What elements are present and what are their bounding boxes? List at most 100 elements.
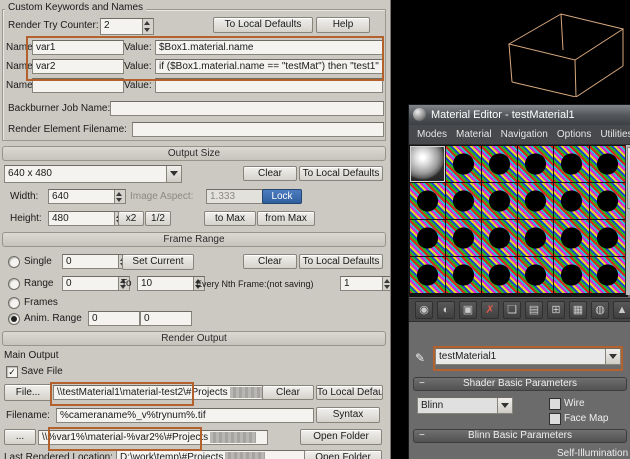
anim-to-field[interactable]: 0: [140, 311, 192, 326]
reset-material-icon[interactable]: ✗: [481, 301, 499, 319]
material-sample-slot[interactable]: [482, 183, 517, 219]
single-frame-spinner[interactable]: 0: [62, 254, 130, 269]
browse-button[interactable]: ...: [4, 429, 36, 445]
name-input-1[interactable]: var1: [32, 40, 124, 55]
backburner-input[interactable]: [110, 101, 384, 116]
material-sample-slot[interactable]: [446, 183, 481, 219]
menu-modes[interactable]: Modes: [417, 129, 447, 140]
material-sample-slot[interactable]: [446, 146, 481, 182]
output-file-clear-button[interactable]: Clear: [262, 385, 314, 400]
material-sample-slot[interactable]: [518, 257, 553, 293]
render-output-header[interactable]: Render Output: [2, 331, 386, 346]
shader-basic-parameters-rollout[interactable]: − Shader Basic Parameters: [413, 377, 627, 391]
frame-clear-button[interactable]: Clear: [243, 254, 297, 269]
var-path-field[interactable]: \\%var1%\material-%var2%\#Projects: [38, 430, 268, 445]
material-sample-slot[interactable]: [410, 146, 445, 182]
output-file-to-local-defaults-button[interactable]: To Local Defaults: [316, 385, 383, 400]
sample-slots-scrollbar[interactable]: [625, 145, 630, 295]
aspect-lock-button[interactable]: Lock: [262, 189, 302, 204]
material-sample-slot[interactable]: [518, 146, 553, 182]
custom-to-local-defaults-button[interactable]: To Local Defaults: [213, 17, 313, 33]
material-sample-slot[interactable]: [518, 183, 553, 219]
material-sample-slot[interactable]: [446, 257, 481, 293]
file-button[interactable]: File...: [4, 384, 52, 401]
save-file-checkbox[interactable]: ✓: [6, 366, 18, 378]
height-spinner[interactable]: 480: [48, 211, 126, 226]
file-path-field[interactable]: \\testMaterial1\material-test2\#Projects: [53, 385, 263, 400]
open-folder-button-2[interactable]: Open Folder: [304, 450, 382, 459]
name-input-2[interactable]: var2: [32, 59, 124, 74]
material-sample-slot[interactable]: [590, 220, 625, 256]
x2-button[interactable]: x2: [118, 211, 144, 226]
value-input-1[interactable]: $Box1.material.name: [155, 40, 383, 55]
frames-radio[interactable]: [8, 297, 20, 309]
make-unique-icon[interactable]: ❏: [503, 301, 521, 319]
chevron-down-icon[interactable]: [605, 349, 620, 364]
anim-from-field[interactable]: 0: [88, 311, 140, 326]
frame-to-local-defaults-button[interactable]: To Local Defaults: [299, 254, 383, 269]
chevron-down-icon[interactable]: [166, 166, 181, 182]
assign-material-icon[interactable]: ▣: [459, 301, 477, 319]
output-size-header[interactable]: Output Size: [2, 146, 386, 161]
name-input-3[interactable]: [32, 78, 124, 93]
go-to-parent-icon[interactable]: ▲: [613, 301, 630, 319]
material-sample-slot[interactable]: [554, 220, 589, 256]
spinner-arrows-icon[interactable]: [114, 190, 125, 203]
range-from-spinner[interactable]: 0: [62, 276, 130, 291]
value-input-2[interactable]: if ($Box1.material.name == "testMat") th…: [155, 59, 383, 74]
help-button[interactable]: Help: [316, 17, 370, 33]
render-element-input[interactable]: [132, 122, 384, 137]
set-current-button[interactable]: Set Current: [122, 254, 194, 270]
material-sample-slot[interactable]: [446, 220, 481, 256]
put-material-icon[interactable]: ◐: [437, 301, 455, 319]
spinner-arrows-icon[interactable]: [142, 19, 153, 34]
face-map-checkbox[interactable]: [549, 413, 561, 425]
blinn-basic-parameters-rollout[interactable]: − Blinn Basic Parameters: [413, 429, 627, 443]
single-radio[interactable]: [8, 256, 20, 268]
output-clear-button[interactable]: Clear: [243, 166, 297, 181]
show-map-icon[interactable]: ▦: [569, 301, 587, 319]
range-to-spinner[interactable]: 10: [137, 276, 205, 291]
put-to-library-icon[interactable]: ▤: [525, 301, 543, 319]
material-sample-slot[interactable]: [554, 257, 589, 293]
menu-material[interactable]: Material: [456, 129, 492, 140]
material-name-dropdown[interactable]: testMaterial1: [435, 348, 621, 365]
width-spinner[interactable]: 640: [48, 189, 126, 204]
material-sample-slot[interactable]: [410, 220, 445, 256]
material-sample-slot[interactable]: [590, 146, 625, 182]
material-sample-slot[interactable]: [518, 220, 553, 256]
material-id-icon[interactable]: ⊞: [547, 301, 565, 319]
range-radio[interactable]: [8, 278, 20, 290]
spinner-arrows-icon[interactable]: [382, 277, 390, 290]
menu-options[interactable]: Options: [557, 129, 591, 140]
menu-navigation[interactable]: Navigation: [501, 129, 548, 140]
menu-utilities[interactable]: Utilities: [600, 129, 630, 140]
shader-type-dropdown[interactable]: Blinn: [417, 397, 513, 414]
half-button[interactable]: 1/2: [145, 211, 171, 226]
eyedropper-icon[interactable]: ✎: [415, 351, 425, 365]
show-end-result-icon[interactable]: ◍: [591, 301, 609, 319]
material-sample-slot[interactable]: [410, 183, 445, 219]
syntax-button[interactable]: Syntax: [316, 407, 380, 423]
nth-frame-spinner[interactable]: 1: [340, 276, 390, 291]
material-sample-slot[interactable]: [554, 183, 589, 219]
material-sample-slot[interactable]: [410, 257, 445, 293]
material-sample-slot[interactable]: [554, 146, 589, 182]
output-preset-dropdown[interactable]: 640 x 480: [4, 165, 182, 183]
value-input-3[interactable]: [155, 78, 383, 93]
material-sample-slot[interactable]: [482, 257, 517, 293]
frame-range-header[interactable]: Frame Range: [2, 232, 386, 247]
wire-checkbox[interactable]: [549, 398, 561, 410]
output-to-local-defaults-button[interactable]: To Local Defaults: [299, 166, 383, 181]
open-folder-button[interactable]: Open Folder: [300, 429, 382, 445]
material-sample-slot[interactable]: [482, 220, 517, 256]
anim-range-radio[interactable]: [8, 313, 20, 325]
material-sample-slot[interactable]: [482, 146, 517, 182]
material-sample-slot[interactable]: [590, 257, 625, 293]
from-max-button[interactable]: from Max: [257, 211, 315, 226]
chevron-down-icon[interactable]: [497, 398, 512, 413]
material-editor-titlebar[interactable]: Material Editor - testMaterial1: [409, 105, 630, 125]
render-try-counter-spinner[interactable]: 2: [100, 18, 154, 35]
material-sample-slot[interactable]: [590, 183, 625, 219]
filename-field[interactable]: %cameraname%_v%trynum%.tif: [56, 408, 314, 423]
